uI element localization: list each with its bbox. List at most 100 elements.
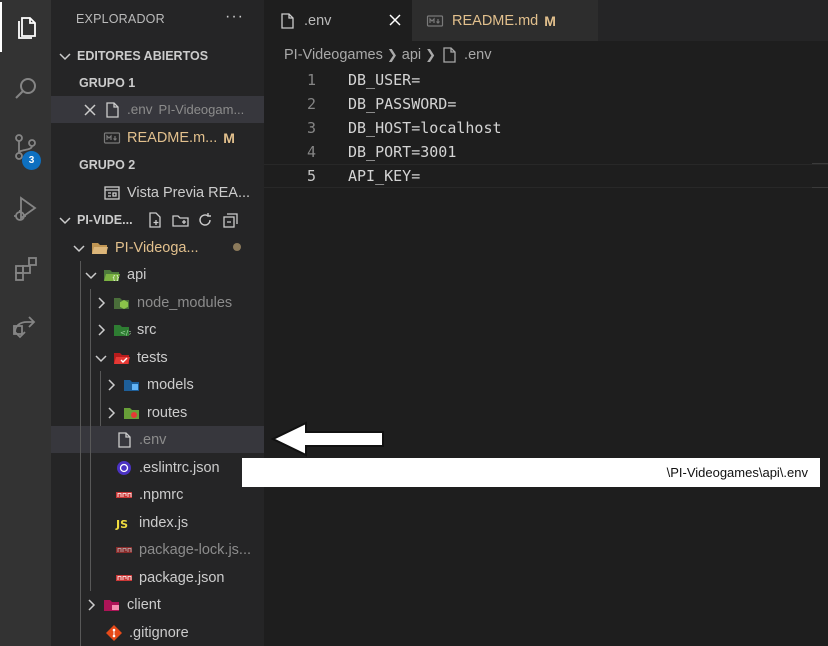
more-actions-icon[interactable]: ··· [225,8,244,26]
modified-dot [233,243,241,251]
preview-icon [103,184,121,202]
new-folder-icon[interactable] [171,211,190,229]
group-1-label: GRUPO 1 [79,75,136,90]
run-debug-button[interactable] [0,184,51,234]
chevron-right-icon: ❯ [425,47,437,62]
new-file-icon[interactable] [146,211,165,229]
open-editor-env-name: .env [127,102,153,117]
explorer-button[interactable] [0,2,51,52]
chevron-right-icon [93,322,109,338]
tree-item-env-name: .env [139,431,167,448]
files-icon [17,17,36,39]
tree-item-index-js[interactable]: JS index.js [51,509,264,536]
modified-badge: M [544,12,556,29]
modified-badge: M [223,129,235,146]
line-number: 5 [306,167,316,185]
file-icon [115,431,133,449]
code-line[interactable]: 3 DB_HOST=localhost [264,116,828,140]
breadcrumb-item[interactable]: PI-Videogames [284,47,383,63]
tree-item-client[interactable]: client [51,591,264,618]
line-text: API_KEY= [348,167,421,185]
markdown-file-icon [103,129,121,147]
npm-icon [115,486,133,504]
svg-text:{}: {} [112,275,120,282]
line-text: DB_PORT=3001 [348,143,457,161]
open-editor-env-path: PI-Videogam... [158,102,245,117]
folder-toolbar [146,211,240,229]
tree-item-npmrc[interactable]: .npmrc [51,481,264,508]
tab-bar: .env README.md M [264,0,828,41]
refresh-icon[interactable] [196,211,215,229]
breadcrumb-item[interactable]: api [402,47,421,63]
tree-item-gitignore[interactable]: .gitignore [51,619,264,646]
tree-item-tests[interactable]: tests [51,344,264,371]
minimap-marker [812,163,828,164]
npm-icon [115,569,133,587]
indent-guide [80,261,81,646]
group-2-label: GRUPO 2 [79,157,136,172]
svg-text:</>: </> [120,329,131,337]
code-editor[interactable]: 1 DB_USER= 2 DB_PASSWORD= 3 DB_HOST=loca… [264,66,828,646]
folder-section-header[interactable]: PI-VIDE... [51,206,264,233]
tree-item-eslintrc[interactable]: .eslintrc.json [51,454,264,481]
open-editors-label: EDITORES ABIERTOS [77,48,209,63]
open-editor-env[interactable]: .env PI-Videogam... [51,96,264,123]
api-folder-icon: {} [103,266,121,284]
tree-item-package-lock[interactable]: package-lock.js... [51,536,264,563]
tab-readme[interactable]: README.md M [412,0,598,41]
file-path-text: \PI-Videogames\api\.env [666,465,808,480]
tab-env[interactable]: .env [264,0,412,41]
indent-guide [100,371,101,426]
activity-bar: 3 [0,0,51,646]
tree-item-package-lock-name: package-lock.js... [139,541,252,558]
npm-icon [115,541,133,559]
chevron-down-icon [57,212,73,228]
open-editors-header[interactable]: EDITORES ABIERTOS [51,42,264,69]
open-editor-readme-name: README.m... [127,129,218,146]
tree-item-node-modules-name: node_modules [137,294,233,311]
chevron-right-icon [93,295,109,311]
chevron-down-icon [57,48,73,64]
svg-text:JS: JS [115,518,128,531]
tree-item-package-json[interactable]: package.json [51,564,264,591]
tree-item-node-modules[interactable]: node_modules [51,289,264,316]
collapse-all-icon[interactable] [221,211,240,229]
client-folder-icon [103,596,121,614]
file-icon [278,12,296,30]
code-line-current[interactable]: 5 API_KEY= [264,164,828,188]
tree-item-tests-name: tests [137,349,168,366]
routes-folder-icon [123,404,141,422]
tree-item-npmrc-name: .npmrc [139,486,184,503]
chevron-down-icon [71,240,87,256]
line-number: 4 [306,143,316,161]
chevron-right-icon: ❯ [386,47,398,62]
search-button[interactable] [0,64,51,114]
code-line[interactable]: 4 DB_PORT=3001 [264,140,828,164]
tree-item-src[interactable]: </> src [51,316,264,343]
tree-item-models-name: models [147,376,194,393]
code-line[interactable]: 1 DB_USER= [264,68,828,92]
tree-item-api[interactable]: {} api [51,261,264,288]
remote-explorer-button[interactable] [0,302,51,352]
extensions-button[interactable] [0,244,51,294]
git-icon [105,624,123,642]
tree-item-src-name: src [137,321,157,338]
close-icon[interactable] [83,103,97,117]
tree-item-index-js-name: index.js [139,514,189,531]
tree-item-env[interactable]: .env [51,426,264,453]
tree-item-package-json-name: package.json [139,569,225,586]
arrow-left-icon [270,421,384,457]
tree-item-gitignore-name: .gitignore [129,624,189,641]
breadcrumb: PI-Videogames ❯ api ❯ .env [284,46,491,64]
code-line[interactable]: 2 DB_PASSWORD= [264,92,828,116]
tree-item-models[interactable]: models [51,371,264,398]
tree-item-api-name: api [127,266,147,283]
breadcrumb-item[interactable]: .env [464,47,491,63]
close-icon[interactable] [387,12,403,28]
markdown-file-icon [426,12,444,30]
open-editor-preview[interactable]: Vista Previa REA... [51,179,264,206]
open-editor-readme[interactable]: README.m... M [51,124,264,151]
chevron-down-icon [93,350,109,366]
tab-env-label: .env [304,12,332,29]
tree-item-routes[interactable]: routes [51,399,264,426]
